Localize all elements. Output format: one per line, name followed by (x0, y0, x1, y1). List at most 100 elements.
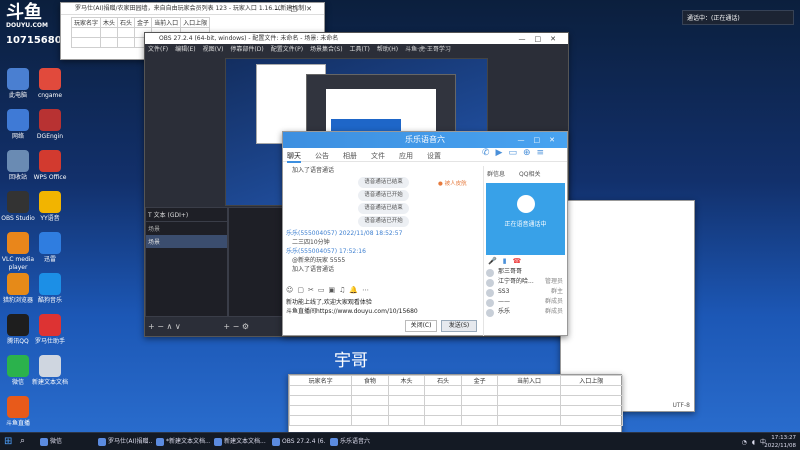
kugou-icon (39, 273, 61, 295)
mic-icon: 🎤 (488, 257, 503, 265)
call-notification[interactable]: 通话中：(正在通话) (682, 10, 794, 25)
obs-menu-item[interactable]: 场景集合(S) (310, 46, 343, 53)
member-list[interactable]: 那三哥哥 江宁哥的哈... 管理员 SS3 群主 —— 群成员 乐乐 群成员 (484, 267, 567, 317)
obs-menu-item[interactable]: 编辑(E) (175, 46, 195, 53)
network-icon (7, 109, 29, 131)
chat-message: @新来的玩家 5555 (292, 257, 346, 264)
settings-icon[interactable]: ⚙ (242, 322, 249, 331)
cut-icon: ✂ (307, 286, 318, 294)
wifi-icon: ◔ (741, 439, 747, 446)
obs-menubar[interactable]: 文件(F) 编辑(E) 视图(V) 停靠部件(D) 配置文件(P) 场景集合(S) 工具(T… (145, 44, 568, 55)
column-header: 石头 (424, 375, 462, 386)
desktop-icon-app[interactable]: 罗马仕助手 (30, 314, 70, 346)
obs-window-controls[interactable]: —□✕ (519, 33, 565, 45)
side-tabs[interactable]: 群信息 QQ相关 (484, 166, 567, 181)
obs-menu-item[interactable]: 文件(F) (148, 46, 168, 53)
taskbar-item[interactable]: 乐乐语音六 (328, 435, 384, 449)
wps-icon (39, 150, 61, 172)
column-header: 入口上限 (180, 17, 211, 28)
emoji-icon: ☺ (286, 286, 298, 294)
remove-icon[interactable]: − (157, 322, 164, 331)
more-icon: ⋯ (362, 286, 374, 294)
clock[interactable]: 17:13:27 2022/11/08 (764, 434, 796, 450)
scenes-panel[interactable]: T 文本 (GDI+) 场景 场景 (145, 207, 228, 317)
taskbar-item[interactable]: 微信 (38, 435, 94, 449)
chat-input[interactable]: 新功能上线了,欢迎大家观看体验 斗鱼直播间https://www.douyu.c… (286, 298, 481, 316)
desktop-icon-yy[interactable]: YY语音 (30, 191, 70, 223)
side-tab[interactable]: 群信息 (487, 171, 505, 178)
menu-icon: ≡ (536, 148, 551, 158)
member-item[interactable]: 江宁哥的哈... 管理员 (484, 277, 567, 287)
side-header-icons[interactable]: ✆▶▭⊕≡ (482, 148, 550, 158)
search-icon[interactable]: ⌕ (20, 436, 25, 446)
chat-input-toolbar[interactable]: ☺▢✂▭▣♫🔔⋯ (286, 286, 373, 294)
scenes-header: 场景 (148, 226, 161, 233)
chat-message: 乐乐(555004057) 17:52:16 (286, 248, 366, 255)
desktop-icon-text-file[interactable]: 新建文本文档 (30, 355, 70, 387)
obs-menu-item[interactable]: 帮助(H) (377, 46, 398, 53)
obs-title: OBS 27.2.4 (64-bit, windows) - 配置文件: 未命名… (159, 35, 339, 42)
system-tray[interactable]: ◔ ◖ 中 (737, 437, 766, 446)
chat-window-controls[interactable]: —□✕ (518, 132, 564, 148)
close-button[interactable]: 关闭(C) (405, 320, 437, 332)
add-icon[interactable]: + (148, 322, 155, 331)
group-chat-window[interactable]: 乐乐语音六 —□✕ 聊天 公告 相册 文件 应用 设置 加入了语音通话 语音通话已结束 语音通… (282, 131, 568, 336)
column-header: 金子 (460, 375, 499, 386)
desktop-icon-game[interactable]: cngame (30, 68, 70, 100)
microphone-icon (516, 195, 535, 213)
wechat-icon (7, 355, 29, 377)
image-icon: ▣ (328, 286, 340, 294)
window-controls[interactable]: —□✕ (275, 3, 321, 15)
chat-tab[interactable]: 设置 (427, 151, 441, 161)
taskbar-item[interactable]: 罗马仕(AI)捐赠... (96, 435, 152, 449)
send-button[interactable]: 发送(S) (441, 320, 477, 332)
column-header: 当前入口 (497, 375, 561, 386)
app-icon (39, 314, 61, 336)
desktop-icon-wps[interactable]: WPS Office (30, 150, 70, 182)
chat-title: 乐乐语音六 (405, 135, 445, 144)
chat-tab[interactable]: 公告 (315, 151, 329, 161)
recycle-icon (7, 150, 29, 172)
member-item[interactable]: 那三哥哥 (484, 267, 567, 277)
obs-menu-item[interactable]: 停靠部件(D) (230, 46, 263, 53)
gif-icon: ▢ (297, 286, 308, 294)
up-icon[interactable]: ∧ (167, 322, 173, 331)
chat-tab[interactable]: 相册 (343, 151, 357, 161)
obs-menu-item[interactable]: 斗鱼·虎·王哥学习 (405, 46, 451, 53)
desktop-icon-douyu[interactable]: 斗鱼直播 (0, 396, 38, 428)
chat-tab[interactable]: 应用 (399, 151, 413, 161)
browser-icon (7, 273, 29, 295)
sheet-bottom-table: 玩家名字 食物 木头 石头 金子 当前入口 入口上限 (288, 375, 624, 426)
text-file-icon (39, 355, 61, 377)
obs-menu-item[interactable]: 工具(T) (350, 46, 370, 53)
member-item[interactable]: —— 群成员 (484, 297, 567, 307)
video-icon: ▶ (495, 148, 509, 158)
add-source-icon[interactable]: + (223, 322, 230, 331)
scene-item[interactable]: 场景 (146, 235, 227, 248)
voice-controls[interactable]: 🎤▮☎ (484, 257, 567, 265)
remove-source-icon[interactable]: − (233, 322, 240, 331)
chat-tab[interactable]: 文件 (371, 151, 385, 161)
taskbar-item[interactable]: 新建文本文档... (212, 435, 268, 449)
desktop-icon-kugou[interactable]: 酷狗音乐 (30, 273, 70, 305)
desktop-icon-engine[interactable]: DGEngin (30, 109, 70, 141)
desktop-icon-thunder[interactable]: 迅雷 (30, 232, 70, 264)
voice-call-box[interactable]: 正在语音通话中 (486, 183, 565, 255)
start-button[interactable]: ⊞ (4, 436, 12, 447)
chat-side-panel: ✆▶▭⊕≡ 群信息 QQ相关 正在语音通话中 🎤▮☎ 那三哥哥 江宁哥的哈... 管理… (482, 148, 567, 336)
avatar (486, 309, 494, 317)
qq-icon (7, 314, 29, 336)
taskbar-item[interactable]: OBS 27.2.4 (6... (270, 435, 326, 449)
chat-tab[interactable]: 聊天 (287, 151, 301, 163)
room-number: 10715680 (6, 35, 62, 46)
taskbar-item[interactable]: *新建文本文档... (154, 435, 210, 449)
side-tab[interactable]: QQ相关 (519, 171, 540, 178)
obs-menu-item[interactable]: 配置文件(P) (271, 46, 303, 53)
avatar (486, 269, 494, 277)
column-header: 入口上限 (559, 375, 624, 386)
leave-icon: ☎ (512, 257, 528, 265)
obs-menu-item[interactable]: 视图(V) (203, 46, 224, 53)
down-icon[interactable]: ∨ (175, 322, 181, 331)
member-item[interactable]: 乐乐 群成员 (484, 307, 567, 317)
member-item[interactable]: SS3 群主 (484, 287, 567, 297)
